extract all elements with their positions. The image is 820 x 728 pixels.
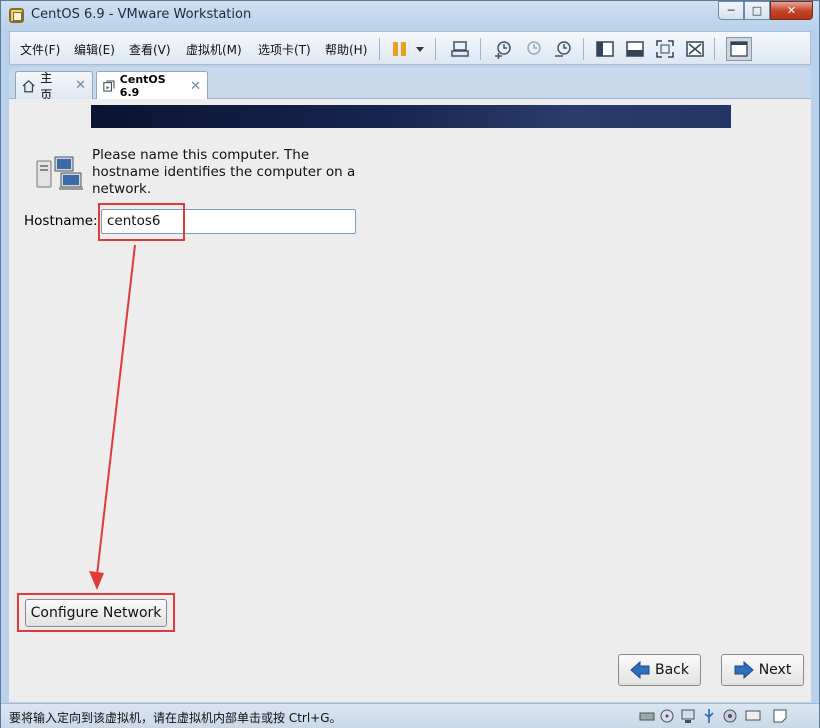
snapshot-manager-icon[interactable] <box>553 39 573 59</box>
snapshot-take-icon[interactable] <box>493 39 513 59</box>
hostname-label: Hostname: <box>24 213 98 229</box>
send-keys-icon[interactable] <box>450 39 470 59</box>
home-icon <box>22 79 35 92</box>
network-computers-icon <box>36 156 83 190</box>
menu-view[interactable]: 查看(V) <box>129 41 171 58</box>
vmware-window: CentOS 6.9 - VMware Workstation ─ □ ✕ 文件… <box>0 0 820 728</box>
display-icon[interactable] <box>745 708 761 724</box>
maximize-button[interactable]: □ <box>744 1 770 20</box>
fullscreen-icon[interactable] <box>655 39 675 59</box>
configure-network-highlight <box>17 593 175 632</box>
library-icon[interactable] <box>726 37 752 61</box>
menu-edit[interactable]: 编辑(E) <box>74 41 115 58</box>
window-controls: ─ □ ✕ <box>718 1 813 21</box>
back-label: Back <box>655 662 689 678</box>
stretch-icon[interactable] <box>685 39 705 59</box>
menu-tabs[interactable]: 选项卡(T) <box>258 41 311 58</box>
cd-icon[interactable] <box>659 708 675 724</box>
menu-file[interactable]: 文件(F) <box>20 41 60 58</box>
title-bar: CentOS 6.9 - VMware Workstation ─ □ ✕ <box>1 1 819 29</box>
close-button[interactable]: ✕ <box>770 1 813 20</box>
vmware-app-icon <box>9 8 24 23</box>
pause-icon[interactable] <box>390 39 410 59</box>
toolbar-separator <box>379 38 380 60</box>
console-view-icon[interactable] <box>595 39 615 59</box>
minimize-button[interactable]: ─ <box>718 1 744 20</box>
arrow-right-icon <box>734 661 754 679</box>
close-icon[interactable]: ✕ <box>75 78 86 93</box>
status-text: 要将输入定向到该虚拟机，请在虚拟机内部单击或按 Ctrl+G。 <box>9 711 342 725</box>
menu-vm[interactable]: 虚拟机(M) <box>186 41 242 58</box>
network-icon[interactable] <box>680 708 696 724</box>
toolbar-separator <box>714 38 715 60</box>
sound-icon[interactable] <box>722 708 738 724</box>
vm-icon <box>103 80 115 92</box>
message-icon[interactable] <box>772 708 788 724</box>
tab-centos-label: CentOS 6.9 <box>119 73 166 99</box>
dropdown-icon[interactable] <box>414 39 426 59</box>
guest-display[interactable]: Please name this computer. The hostname … <box>9 99 811 702</box>
toolbar-separator <box>583 38 584 60</box>
snapshot-revert-icon[interactable] <box>523 39 543 59</box>
unity-icon[interactable] <box>625 39 645 59</box>
toolbar-separator <box>480 38 481 60</box>
next-label: Next <box>758 662 792 678</box>
status-bar: 要将输入定向到该虚拟机，请在虚拟机内部单击或按 Ctrl+G。 <box>1 703 819 728</box>
tab-home-label: 主页 <box>40 70 53 102</box>
tab-bar: 主页 ✕ CentOS 6.9 ✕ <box>9 67 811 102</box>
close-icon[interactable]: ✕ <box>190 79 201 94</box>
toolbar-separator <box>435 38 436 60</box>
tab-centos[interactable]: CentOS 6.9 ✕ <box>96 71 208 100</box>
hostname-highlight <box>98 203 185 241</box>
usb-icon[interactable] <box>701 708 717 724</box>
menu-help[interactable]: 帮助(H) <box>325 41 367 58</box>
next-button[interactable]: Next <box>721 654 804 686</box>
arrow-left-icon <box>630 661 650 679</box>
installer-banner <box>91 105 731 128</box>
tab-home[interactable]: 主页 ✕ <box>15 71 93 102</box>
back-button[interactable]: Back <box>618 654 701 686</box>
intro-text: Please name this computer. The hostname … <box>92 147 356 197</box>
window-title: CentOS 6.9 - VMware Workstation <box>31 7 252 22</box>
menu-toolbar: 文件(F) 编辑(E) 查看(V) 虚拟机(M) 选项卡(T) 帮助(H) <box>9 31 811 65</box>
hdd-icon[interactable] <box>639 708 655 724</box>
